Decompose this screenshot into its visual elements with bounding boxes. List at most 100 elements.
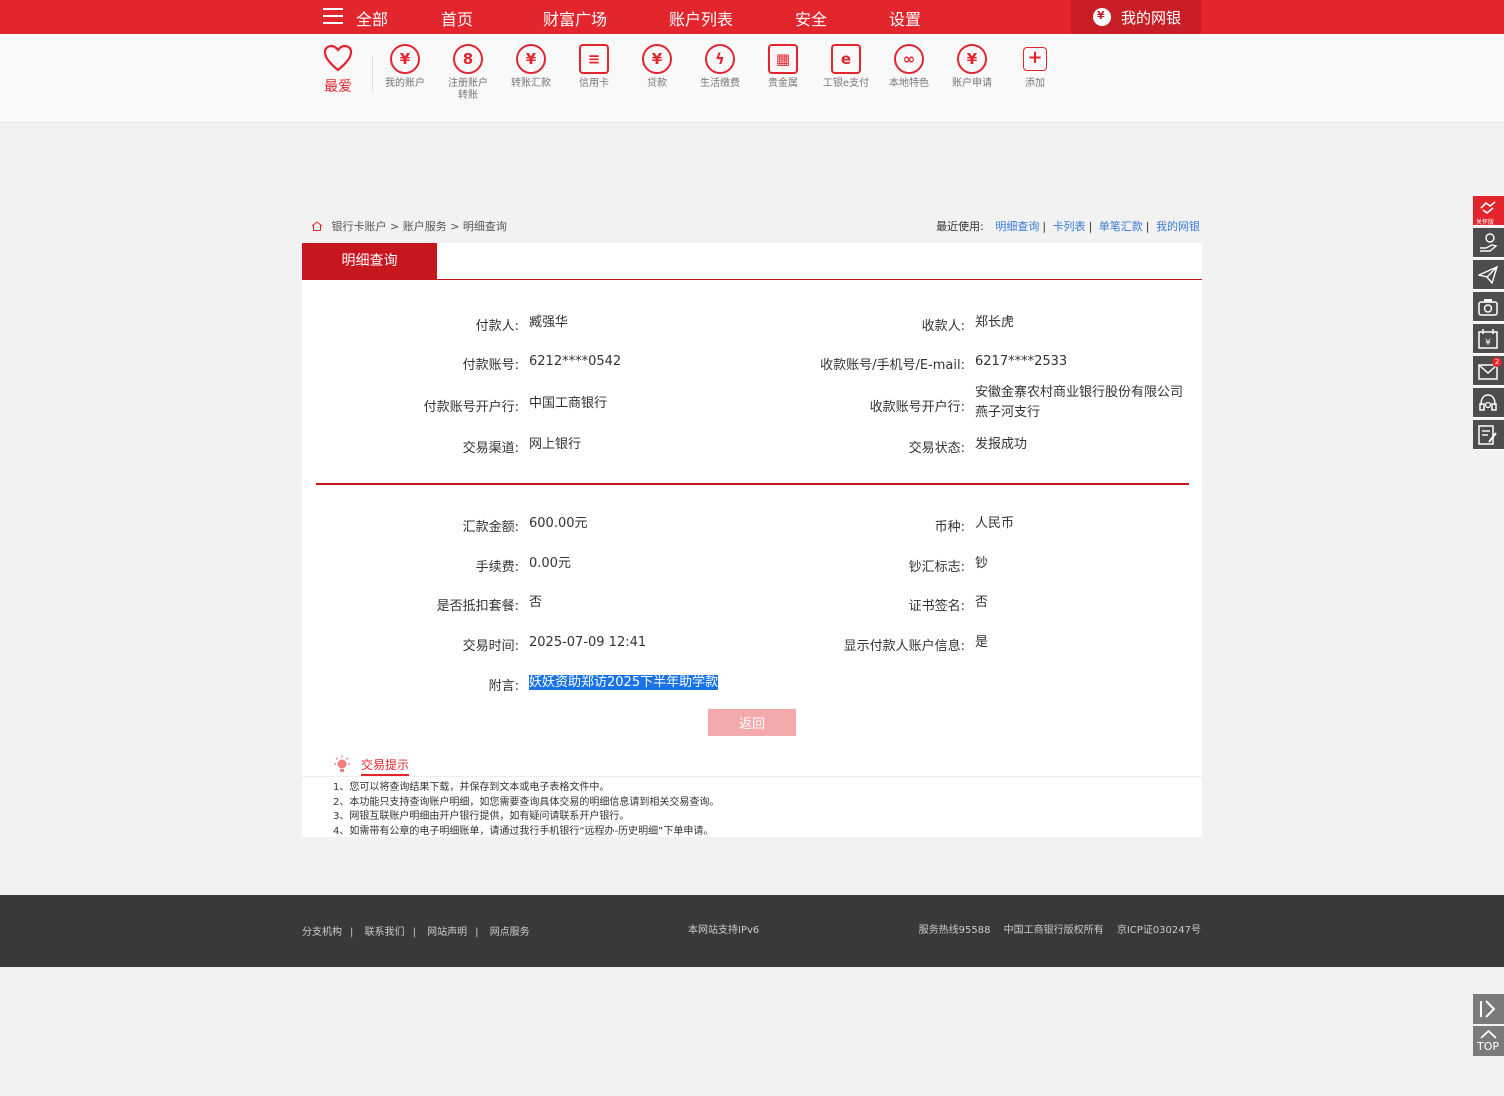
- fee-label: 手续费:: [475, 560, 519, 575]
- top-label: TOP: [1477, 1040, 1500, 1053]
- back-to-top-button[interactable]: TOP: [1473, 1026, 1504, 1056]
- quick-my-account[interactable]: ¥ 我的账户: [374, 44, 436, 90]
- amount-label: 汇款金额:: [462, 520, 519, 535]
- note-label: 附言:: [488, 679, 519, 694]
- svg-text:¥: ¥: [1485, 338, 1491, 348]
- channel-label: 交易渠道:: [462, 441, 519, 456]
- care-mode-button[interactable]: 关怀版: [1473, 196, 1504, 226]
- quick-credit-card[interactable]: ≡ 信用卡: [563, 44, 625, 90]
- back-button[interactable]: 返回: [708, 709, 796, 736]
- footer-right: 服务热线95588 中国工商银行版权所有 京ICP证030247号: [909, 921, 1201, 936]
- payee-bank-label: 收款账号开户行:: [869, 400, 965, 415]
- tips-header: 交易提示: [302, 743, 1202, 777]
- payer-bank-label: 付款账号开户行:: [423, 400, 519, 415]
- tip-item: 1、您可以将查询结果下载，并保存到文本或电子表格文件中。: [333, 782, 610, 793]
- recent-link-detail[interactable]: 明细查询: [995, 220, 1039, 233]
- tip-item: 2、本功能只支持查询账户明细，如您需要查询具体交易的明细信息请到相关交易查询。: [333, 796, 720, 808]
- collapse-icon: [1480, 1000, 1496, 1018]
- plus-icon: +: [1023, 47, 1047, 71]
- quick-label: 我的账户: [385, 78, 425, 89]
- recent-link-remit[interactable]: 单笔汇款: [1099, 220, 1143, 233]
- quick-life-payment[interactable]: ϟ 生活缴费: [689, 44, 751, 90]
- quick-local[interactable]: ∞ 本地特色: [878, 44, 940, 90]
- nav-security[interactable]: 安全: [795, 6, 827, 30]
- payer-bank-value: 中国工商银行: [529, 396, 608, 411]
- tab-bar: 明细查询: [302, 243, 1202, 280]
- quick-label: 账户申请: [952, 78, 992, 89]
- quick-add[interactable]: + 添加: [1004, 44, 1066, 90]
- side-service-button[interactable]: [1473, 228, 1504, 258]
- recent-used: 最近使用: 明细查询 | 卡列表 | 单笔汇款 | 我的网银: [936, 220, 1200, 233]
- recent-link-mybank[interactable]: 我的网银: [1156, 220, 1200, 233]
- nav-accounts[interactable]: 账户列表: [669, 6, 733, 30]
- breadcrumb: 银行卡账户 > 账户服务 > 明细查询: [311, 218, 507, 234]
- my-bank-button[interactable]: 我的网银: [1071, 0, 1201, 34]
- care-mode-label: 关怀版: [1476, 219, 1495, 226]
- local-icon: ∞: [894, 44, 924, 74]
- top-nav: 全部 首页 财富广场 账户列表 安全 设置 我的网银: [0, 0, 1504, 34]
- detail-panel: 明细查询 付款人: 臧强华 收款人: 郑长虎 付款账号: 6212****054…: [302, 243, 1202, 743]
- nav-home[interactable]: 首页: [441, 6, 473, 30]
- status-value: 发报成功: [975, 437, 1028, 452]
- payee-bank-value-line2: 燕子河支行: [975, 405, 1041, 420]
- quick-transfer[interactable]: ¥ 转账汇款: [500, 44, 562, 90]
- recent-link-cards[interactable]: 卡列表: [1053, 220, 1086, 233]
- cert-value: 否: [975, 595, 989, 610]
- paper-plane-icon: [1478, 265, 1498, 285]
- side-calendar-button[interactable]: ¥: [1473, 324, 1504, 354]
- quick-account-apply[interactable]: ¥ 账户申请: [941, 44, 1003, 90]
- user-transfer-icon: 8: [453, 44, 483, 74]
- quick-label: 注册账户转账: [448, 78, 488, 101]
- side-camera-button[interactable]: [1473, 292, 1504, 322]
- collapse-sidebar-button[interactable]: [1473, 994, 1504, 1024]
- currency-value: 人民币: [975, 516, 1015, 531]
- side-support-button[interactable]: [1473, 388, 1504, 418]
- hand-coin-icon: [1480, 233, 1498, 252]
- payee-account-value: 6217****2533: [975, 354, 1068, 369]
- footer-link-contact[interactable]: 联系我们: [365, 927, 405, 938]
- cash-flag-value: 钞: [975, 556, 989, 571]
- quick-epay[interactable]: e 工银e支付: [815, 44, 877, 90]
- epay-icon: e: [831, 44, 861, 74]
- calendar-yen-icon: ¥: [1478, 329, 1498, 349]
- card-icon: ≡: [579, 44, 609, 74]
- payee-account-label: 收款账号/手机号/E-mail:: [820, 358, 965, 373]
- footer-link-outlets[interactable]: 网点服务: [490, 927, 530, 938]
- footer-link-statement[interactable]: 网站声明: [427, 927, 467, 938]
- currency-label: 币种:: [934, 520, 965, 535]
- side-send-button[interactable]: [1473, 260, 1504, 290]
- footer-icp[interactable]: 京ICP证030247号: [1117, 925, 1201, 936]
- breadcrumb-path: 银行卡账户 > 账户服务 > 明细查询: [331, 220, 507, 233]
- footer-links: 分支机构 | 联系我们 | 网站声明 | 网点服务: [302, 927, 530, 938]
- amount-value: 600.00元: [529, 516, 588, 531]
- quick-loan[interactable]: ¥ 贷款: [626, 44, 688, 90]
- tips-list: 1、您可以将查询结果下载，并保存到文本或电子表格文件中。 2、本功能只支持查询账…: [333, 781, 719, 839]
- fee-value: 0.00元: [529, 556, 571, 571]
- tip-item: 4、如需带有公章的电子明细账单，请通过我行手机银行“远程办-历史明细”下单申请。: [333, 825, 714, 837]
- quick-label: 信用卡: [579, 78, 609, 89]
- gold-bar-icon: ▦: [768, 44, 798, 74]
- nav-wealth[interactable]: 财富广场: [543, 6, 607, 30]
- nav-settings[interactable]: 设置: [889, 6, 921, 30]
- recent-label: 最近使用:: [936, 220, 984, 233]
- side-mail-button[interactable]: 2: [1473, 356, 1504, 386]
- quick-label: 本地特色: [889, 78, 929, 89]
- package-value: 否: [529, 595, 543, 610]
- nav-all[interactable]: 全部: [356, 6, 388, 30]
- tip-item: 3、网银互联账户明细由开户银行提供，如有疑问请联系开户银行。: [333, 811, 630, 822]
- quick-precious-metal[interactable]: ▦ 贵金属: [752, 44, 814, 90]
- quick-registered-transfer[interactable]: 8 注册账户转账: [437, 44, 499, 102]
- show-payer-label: 显示付款人账户信息:: [843, 639, 965, 654]
- cert-label: 证书签名:: [908, 599, 965, 614]
- menu-icon[interactable]: [323, 8, 343, 25]
- cash-flag-label: 钞汇标志:: [908, 560, 965, 575]
- home-icon[interactable]: [311, 221, 323, 231]
- mail-badge: 2: [1492, 357, 1502, 367]
- show-payer-value: 是: [975, 635, 989, 650]
- favorite-button[interactable]: 最爱: [318, 44, 358, 96]
- transfer-icon: ¥: [516, 44, 546, 74]
- footer-link-branches[interactable]: 分支机构: [302, 927, 342, 938]
- side-feedback-button[interactable]: [1473, 420, 1504, 450]
- tab-detail-query[interactable]: 明细查询: [302, 243, 437, 280]
- note-text: 妖妖资助郑访2025下半年助学款: [529, 675, 719, 690]
